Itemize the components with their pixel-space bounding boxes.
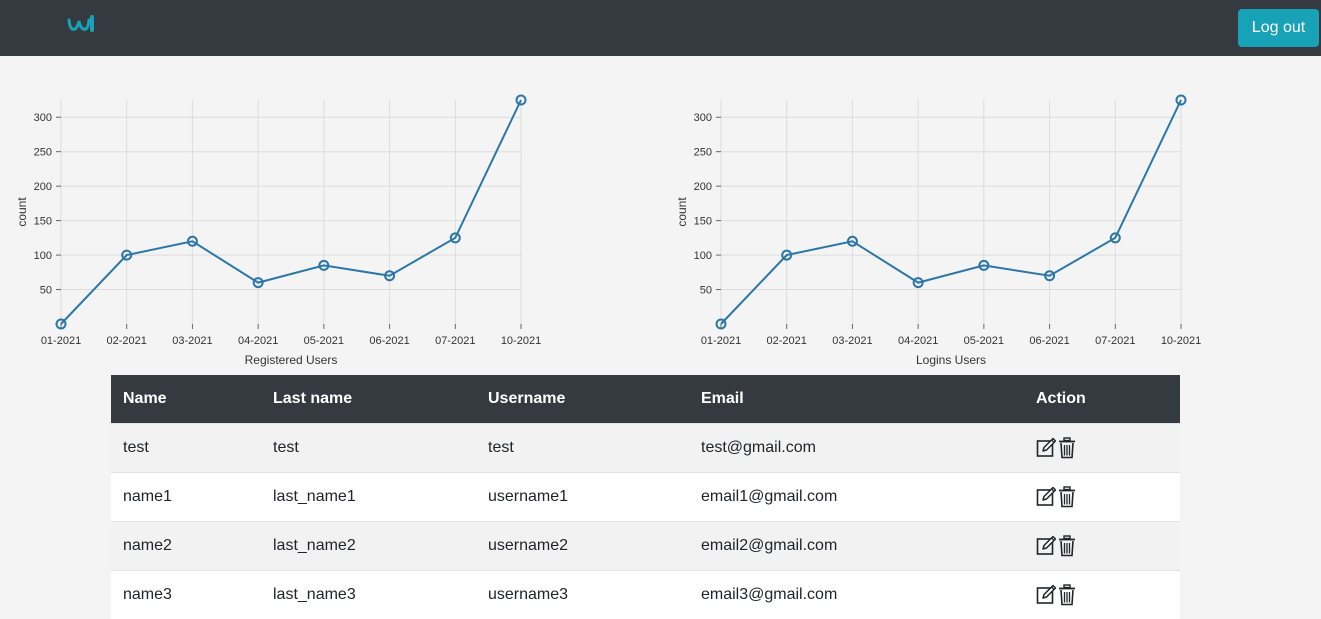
cell-last-name: test bbox=[261, 422, 476, 472]
header-action: Action bbox=[1036, 389, 1086, 407]
cell-last-name: last_name2 bbox=[261, 520, 476, 570]
x-tick-label: 05-2021 bbox=[964, 335, 1004, 347]
x-tick-label: 04-2021 bbox=[238, 335, 278, 347]
header-username[interactable]: Username bbox=[476, 375, 689, 423]
users-table-container: Name Last name Username Email Action tes… bbox=[111, 375, 1180, 619]
y-tick-label: 250 bbox=[34, 147, 52, 159]
trash-icon[interactable] bbox=[1058, 485, 1078, 508]
row-actions bbox=[1036, 584, 1168, 606]
series-line bbox=[720, 99, 1182, 325]
cell-last-name: last_name3 bbox=[261, 569, 476, 619]
x-tick-label: 06-2021 bbox=[1029, 335, 1069, 347]
edit-icon[interactable] bbox=[1036, 437, 1057, 459]
x-tick-label: 07-2021 bbox=[1095, 335, 1135, 347]
y-tick-label: 100 bbox=[694, 250, 712, 262]
table-header-row: Name Last name Username Email Action bbox=[111, 375, 1180, 423]
trash-icon[interactable] bbox=[1058, 436, 1078, 459]
table-row: name2 last_name2 username2 email2@gmail.com bbox=[111, 520, 1180, 570]
y-tick-label: 200 bbox=[34, 181, 52, 193]
cell-action bbox=[1024, 520, 1180, 570]
cell-name: name3 bbox=[111, 569, 261, 619]
x-tick-label: 07-2021 bbox=[435, 335, 475, 347]
edit-icon[interactable] bbox=[1036, 584, 1057, 606]
cell-action bbox=[1024, 422, 1180, 472]
y-tick-label: 150 bbox=[34, 216, 52, 228]
y-axis-label: count bbox=[675, 197, 689, 227]
navbar: Log out bbox=[0, 0, 1321, 56]
x-tick-label: 03-2021 bbox=[832, 335, 872, 347]
header-email[interactable]: Email bbox=[689, 375, 1024, 423]
x-tick-label: 02-2021 bbox=[767, 335, 807, 347]
header-last-name[interactable]: Last name bbox=[261, 375, 476, 423]
y-tick-label: 50 bbox=[40, 285, 52, 297]
series-line bbox=[60, 99, 522, 325]
logins-users-chart: 50 100 150 200 250 300 01-2021 02-2021 03-2021 04… bbox=[660, 80, 1220, 375]
cell-username: username2 bbox=[476, 520, 689, 570]
cell-action bbox=[1024, 471, 1180, 521]
y-tick-label: 300 bbox=[34, 112, 52, 124]
row-actions bbox=[1036, 534, 1168, 557]
cell-name: test bbox=[111, 422, 261, 472]
cell-email: email3@gmail.com bbox=[689, 569, 1024, 619]
cell-username: username3 bbox=[476, 569, 689, 619]
x-tick-label: 05-2021 bbox=[304, 335, 344, 347]
users-table: Name Last name Username Email Action tes… bbox=[111, 375, 1180, 619]
cell-username: username1 bbox=[476, 471, 689, 521]
row-actions bbox=[1036, 485, 1168, 508]
registered-users-chart-svg: 50 100 150 200 250 300 01-2021 02-2021 03-2021 04… bbox=[15, 94, 541, 367]
trash-icon[interactable] bbox=[1058, 534, 1078, 557]
cell-last-name: last_name1 bbox=[261, 471, 476, 521]
cell-name: name1 bbox=[111, 471, 261, 521]
x-tick-label: 01-2021 bbox=[701, 335, 741, 347]
cell-name: name2 bbox=[111, 520, 261, 570]
y-tick-label: 300 bbox=[694, 112, 712, 124]
trash-icon[interactable] bbox=[1058, 584, 1078, 606]
x-axis-label: Registered Users bbox=[245, 353, 338, 367]
x-tick-label: 06-2021 bbox=[369, 335, 409, 347]
table-row: test test test test@gmail.com bbox=[111, 422, 1180, 472]
edit-icon[interactable] bbox=[1036, 535, 1057, 557]
header-name[interactable]: Name bbox=[111, 375, 261, 423]
x-tick-label: 01-2021 bbox=[41, 335, 81, 347]
table-row: name1 last_name1 username1 email1@gmail.com bbox=[111, 471, 1180, 521]
y-tick-label: 50 bbox=[700, 285, 712, 297]
x-tick-label: 03-2021 bbox=[172, 335, 212, 347]
row-actions bbox=[1036, 436, 1168, 459]
cell-email: test@gmail.com bbox=[689, 422, 1024, 472]
registered-users-chart: 50 100 150 200 250 300 01-2021 02-2021 03-2021 04… bbox=[0, 80, 560, 375]
cell-action bbox=[1024, 569, 1180, 619]
edit-icon[interactable] bbox=[1036, 486, 1057, 508]
x-tick-label: 10-2021 bbox=[1161, 335, 1201, 347]
y-tick-label: 200 bbox=[694, 181, 712, 193]
app-logo-icon[interactable] bbox=[66, 12, 96, 36]
y-tick-label: 150 bbox=[694, 216, 712, 228]
x-tick-label: 04-2021 bbox=[898, 335, 938, 347]
logout-button[interactable]: Log out bbox=[1238, 9, 1319, 47]
cell-email: email1@gmail.com bbox=[689, 471, 1024, 521]
cell-username: test bbox=[476, 422, 689, 472]
y-tick-label: 100 bbox=[34, 250, 52, 262]
x-tick-label: 10-2021 bbox=[501, 335, 541, 347]
x-tick-label: 02-2021 bbox=[107, 335, 147, 347]
table-row: name3 last_name3 username3 email3@gmail.com bbox=[111, 569, 1180, 619]
x-axis-label: Logins Users bbox=[916, 353, 986, 367]
y-axis-label: count bbox=[15, 197, 29, 227]
logins-users-chart-svg: 50 100 150 200 250 300 01-2021 02-2021 03-2021 04… bbox=[675, 94, 1201, 367]
y-tick-label: 250 bbox=[694, 147, 712, 159]
cell-email: email2@gmail.com bbox=[689, 520, 1024, 570]
